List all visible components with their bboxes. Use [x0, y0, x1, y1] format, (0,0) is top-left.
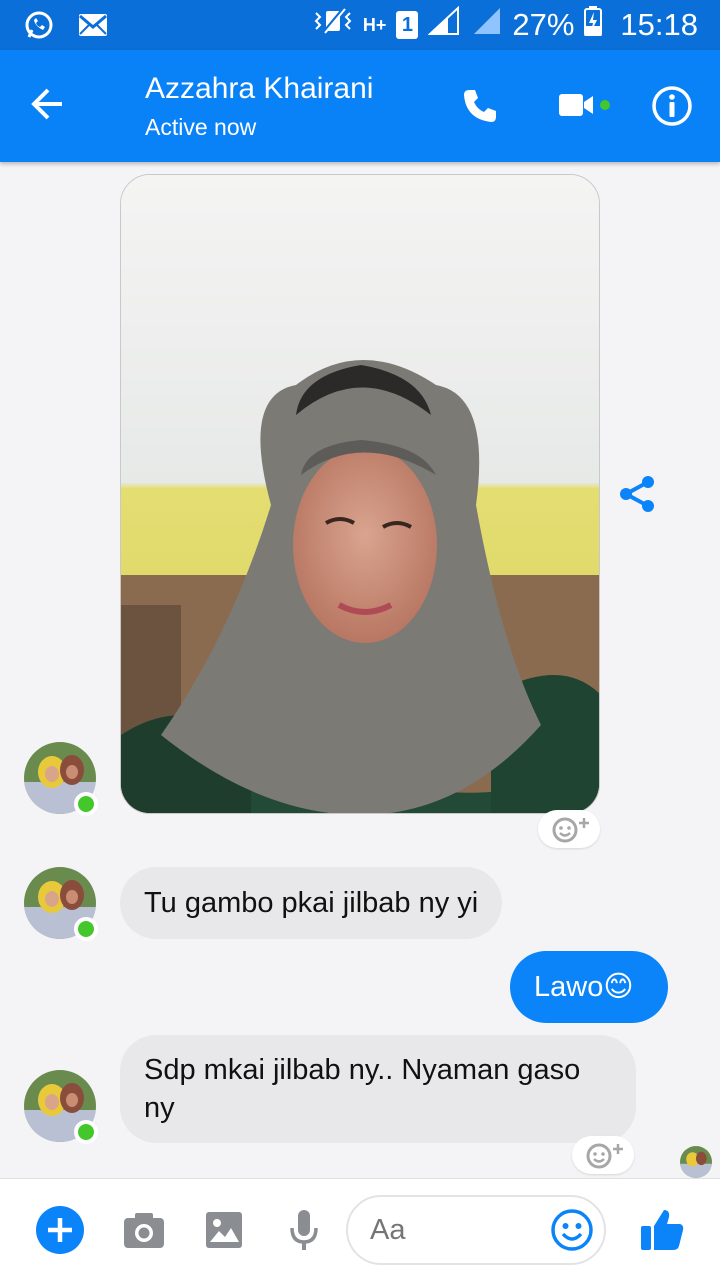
video-camera-icon — [559, 94, 610, 116]
smiley-icon — [551, 1209, 593, 1251]
contact-name[interactable]: Azzahra Khairani — [145, 72, 373, 106]
avatar[interactable] — [24, 1070, 98, 1144]
message-bubble-incoming[interactable]: Tu gambo pkai jilbab ny yi — [120, 867, 503, 939]
signal-icon — [427, 5, 462, 44]
online-indicator — [74, 917, 98, 941]
avatar[interactable] — [24, 867, 98, 941]
emoji-add-icon — [552, 817, 589, 843]
back-button[interactable] — [26, 82, 70, 126]
message-bubble-outgoing[interactable]: Lawo😊 — [510, 951, 668, 1023]
signal-2-icon — [472, 6, 502, 44]
camera-button[interactable] — [120, 1206, 168, 1254]
phone-icon — [464, 90, 496, 122]
vibrate-mute-icon — [313, 7, 353, 43]
more-actions-button[interactable] — [36, 1206, 84, 1254]
photo-image — [121, 175, 599, 813]
arrow-left-icon — [31, 88, 62, 120]
mail-icon — [76, 8, 110, 42]
presence-status: Active now — [145, 114, 257, 140]
voice-call-button[interactable] — [456, 82, 504, 130]
emoji-add-icon — [586, 1143, 623, 1169]
microphone-icon — [290, 1210, 318, 1250]
sim-icon: 1 — [396, 11, 419, 39]
message-composer — [0, 1178, 720, 1280]
online-indicator — [74, 792, 98, 816]
video-call-button[interactable] — [552, 82, 616, 130]
share-icon — [620, 476, 654, 512]
whatsapp-icon — [22, 8, 56, 42]
clock: 15:18 — [620, 7, 698, 42]
avatar[interactable] — [24, 742, 98, 816]
like-button[interactable] — [638, 1206, 686, 1254]
online-indicator — [74, 1120, 98, 1144]
share-button[interactable] — [616, 472, 660, 516]
voice-message-button[interactable] — [280, 1206, 328, 1254]
photo-message[interactable] — [120, 174, 600, 814]
plus-icon — [36, 1206, 84, 1254]
emoji-button[interactable] — [548, 1206, 596, 1254]
image-icon — [206, 1212, 242, 1248]
battery-percent: 27% — [512, 7, 575, 42]
info-icon — [652, 86, 692, 126]
add-reaction-button[interactable] — [538, 810, 600, 848]
message-bubble-incoming[interactable]: Sdp mkai jilbab ny.. Nyaman gaso ny — [120, 1035, 636, 1143]
camera-icon — [124, 1213, 164, 1248]
thumbs-up-icon — [641, 1210, 684, 1250]
gallery-button[interactable] — [200, 1206, 248, 1254]
network-type: H+ — [362, 14, 387, 35]
seen-receipt-avatar — [680, 1146, 712, 1178]
battery-charging-icon — [584, 6, 603, 44]
add-reaction-button[interactable] — [572, 1136, 634, 1174]
conversation-info-button[interactable] — [648, 82, 696, 130]
status-bar: H+ 1 27% 15:18 — [0, 0, 720, 50]
conversation-header: Azzahra Khairani Active now — [0, 50, 720, 162]
